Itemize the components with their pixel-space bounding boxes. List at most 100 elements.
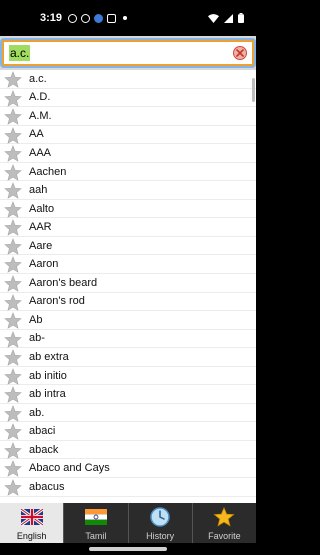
list-item[interactable]: AA <box>0 126 256 145</box>
clock-icon <box>150 507 170 527</box>
tab-tamil-label: Tamil <box>85 531 107 541</box>
tab-history-label: History <box>146 531 175 541</box>
list-item-word: Aaron's rod <box>29 295 85 308</box>
list-item-word: Abaco and Cays <box>29 462 110 475</box>
list-item-word: Aaron's beard <box>29 276 98 289</box>
list-item-word: Aare <box>29 239 53 252</box>
list-item-word: abacus <box>29 480 65 493</box>
notification-icons <box>68 13 128 23</box>
favorite-star-icon[interactable] <box>4 71 22 89</box>
list-item-word: ab initio <box>29 369 67 382</box>
list-item[interactable]: A.D. <box>0 89 256 108</box>
clear-search-button[interactable] <box>233 46 247 60</box>
home-gesture-handle[interactable] <box>89 547 167 551</box>
uk-flag-icon <box>20 507 43 527</box>
tab-favorite[interactable]: Favorite <box>193 503 256 543</box>
battery-icon <box>238 13 244 23</box>
list-item-word: AAA <box>29 146 52 159</box>
favorite-star-icon[interactable] <box>4 330 22 349</box>
list-item[interactable]: a.c. <box>0 70 256 89</box>
favorite-star-icon[interactable] <box>4 201 22 219</box>
list-item[interactable]: AAR <box>0 218 256 237</box>
list-item-word: AA <box>29 128 44 141</box>
list-item-word: abaci <box>29 425 56 438</box>
search-input-value: a.c. <box>9 45 31 61</box>
navigation-bar <box>0 543 256 555</box>
favorite-star-icon[interactable] <box>4 182 22 200</box>
tab-english-label: English <box>16 531 47 541</box>
star-icon <box>213 507 235 527</box>
list-item[interactable]: AAA <box>0 144 256 163</box>
favorite-star-icon[interactable] <box>4 108 22 126</box>
list-item[interactable]: A.M. <box>0 107 256 126</box>
list-item[interactable]: Ab <box>0 311 256 330</box>
favorite-star-icon[interactable] <box>4 163 22 182</box>
list-item-word: aback <box>29 443 59 456</box>
favorite-star-icon[interactable] <box>4 349 22 367</box>
list-item-word: a.c. <box>29 72 47 85</box>
list-item-word: ab- <box>29 332 45 345</box>
list-item-word: Aalto <box>29 202 55 215</box>
favorite-star-icon[interactable] <box>4 293 22 312</box>
favorite-star-icon[interactable] <box>4 405 22 423</box>
favorite-star-icon[interactable] <box>4 126 22 145</box>
notification-clipboard-icon <box>107 13 117 23</box>
favorite-star-icon[interactable] <box>4 460 22 478</box>
list-item-word: AAR <box>29 221 52 234</box>
list-item-word: ab extra <box>29 350 69 363</box>
list-item[interactable]: ab extra <box>0 348 256 367</box>
favorite-star-icon[interactable] <box>4 275 22 293</box>
list-item[interactable]: Aachen <box>0 163 256 182</box>
favorite-star-icon[interactable] <box>4 312 22 330</box>
tab-tamil[interactable]: Tamil <box>64 503 129 543</box>
favorite-star-icon[interactable] <box>4 479 22 497</box>
app-screen: 3:19 a.c. a.c. A.D. A.M. AA AAA Aachen aah Aalt… <box>0 0 256 555</box>
list-item-word: A.M. <box>29 109 52 122</box>
favorite-star-icon[interactable] <box>4 238 22 256</box>
word-list[interactable]: a.c. A.D. A.M. AA AAA Aachen aah Aalto AAR Aare Aa… <box>0 70 256 503</box>
list-item[interactable]: Aaron's rod <box>0 293 256 312</box>
list-item-word: ab intra <box>29 388 66 401</box>
list-item[interactable]: Abaco and Cays <box>0 459 256 479</box>
list-item[interactable]: ab intra <box>0 385 256 404</box>
list-item[interactable]: aback <box>0 441 256 460</box>
list-item[interactable]: abacus <box>0 478 256 497</box>
list-item[interactable]: Aaron <box>0 255 256 275</box>
favorite-star-icon[interactable] <box>4 145 22 163</box>
notification-circle-icon <box>81 13 91 23</box>
india-flag-icon <box>84 509 107 525</box>
favorite-star-icon[interactable] <box>4 256 22 274</box>
notification-blue-icon <box>94 13 104 23</box>
wifi-icon <box>208 13 219 23</box>
tab-history[interactable]: History <box>129 503 193 543</box>
list-item[interactable]: abaci <box>0 422 256 441</box>
list-item[interactable]: ab. <box>0 404 256 423</box>
favorite-star-icon[interactable] <box>4 367 22 386</box>
status-bar: 3:19 <box>0 0 256 36</box>
list-item-word: aah <box>29 184 48 197</box>
favorite-star-icon[interactable] <box>4 442 22 460</box>
list-item[interactable]: ab initio <box>0 367 256 386</box>
bottom-tab-bar: English Tamil History Favorite <box>0 503 256 543</box>
favorite-star-icon[interactable] <box>4 219 22 237</box>
tab-favorite-label: Favorite <box>208 531 241 541</box>
tab-english[interactable]: English <box>0 503 65 543</box>
list-item-word: Aachen <box>29 165 67 178</box>
list-item[interactable]: Aalto <box>0 200 256 219</box>
favorite-star-icon[interactable] <box>4 423 22 441</box>
list-item-word: A.D. <box>29 91 51 104</box>
list-item-word: Ab <box>29 313 43 326</box>
list-item[interactable]: ab- <box>0 330 256 349</box>
list-item[interactable]: Aare <box>0 237 256 256</box>
favorite-star-icon[interactable] <box>4 386 22 404</box>
system-icons <box>208 13 244 23</box>
list-item[interactable]: aah <box>0 181 256 200</box>
search-bar: a.c. <box>0 36 256 70</box>
favorite-star-icon[interactable] <box>4 89 22 108</box>
notification-more-dot-icon <box>123 16 128 20</box>
status-time: 3:19 <box>40 12 63 24</box>
list-item-word: ab. <box>29 406 45 419</box>
list-item[interactable]: Aaron's beard <box>0 274 256 293</box>
search-input[interactable]: a.c. <box>2 40 254 66</box>
list-scrollbar[interactable] <box>252 78 255 102</box>
